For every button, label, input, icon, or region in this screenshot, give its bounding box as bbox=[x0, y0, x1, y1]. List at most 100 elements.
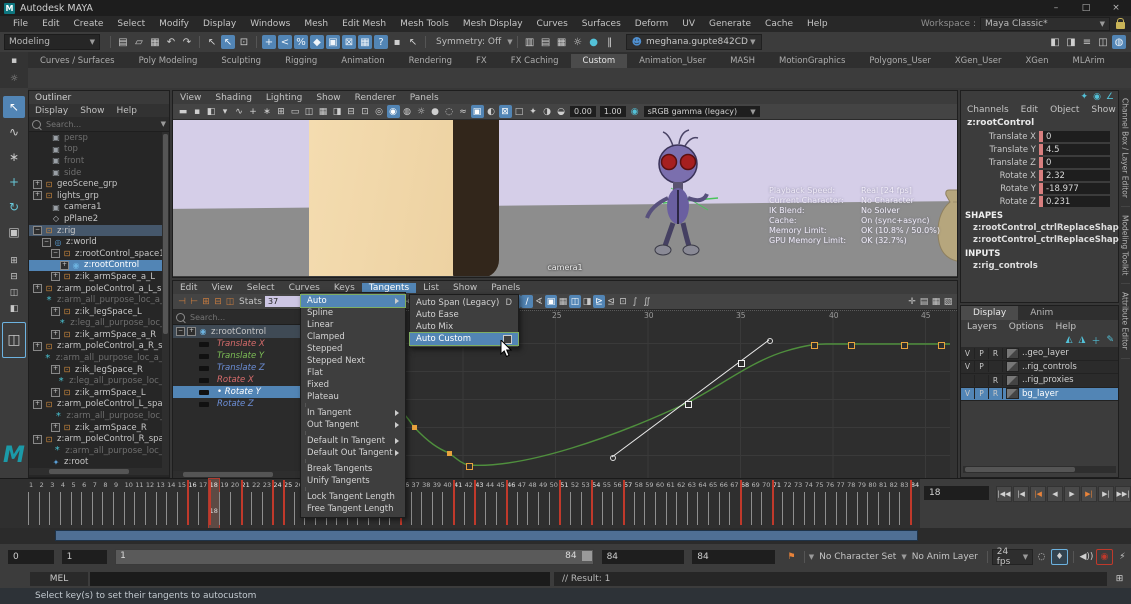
attribute-value-field[interactable]: 0.231 bbox=[1043, 196, 1110, 207]
close-button[interactable]: × bbox=[1101, 0, 1131, 16]
time-snap-icon[interactable]: ◫ bbox=[569, 295, 581, 308]
lock-selection-icon[interactable]: ▪ bbox=[390, 35, 404, 49]
make-live-icon[interactable]: ▦ bbox=[358, 35, 372, 49]
stacked-view-icon[interactable]: ⊴ bbox=[605, 295, 617, 308]
input-node-label[interactable]: z:rig_controls bbox=[961, 260, 1118, 272]
go-to-start-button[interactable]: |◀◀ bbox=[996, 486, 1012, 502]
shelf-tab[interactable]: XGen_User bbox=[943, 54, 1014, 68]
outliner-item[interactable]: + ⊡ z:arm_poleControl_L_space1 bbox=[29, 399, 169, 411]
render-current-icon[interactable]: ▤ bbox=[539, 35, 553, 49]
graph-plot-scrollbar[interactable] bbox=[950, 311, 957, 478]
attribute-row[interactable]: Translate X 0 bbox=[961, 130, 1118, 143]
attribute-value-field[interactable]: 2.32 bbox=[1043, 170, 1110, 181]
expand-toggle[interactable] bbox=[42, 134, 49, 141]
menu-item[interactable]: Fixed bbox=[301, 379, 405, 391]
range-slider-fill[interactable] bbox=[55, 530, 918, 541]
outliner-item[interactable]: + ⊡ geoScene_grp bbox=[29, 178, 169, 190]
move-tool-icon[interactable]: + bbox=[262, 35, 276, 49]
attribute-row[interactable]: Rotate Z 0.231 bbox=[961, 195, 1118, 208]
timeline-frame[interactable]: 62 bbox=[676, 479, 687, 528]
timeline-frame[interactable]: 11 bbox=[134, 479, 145, 528]
outliner-item[interactable]: − ⊡ z:rig bbox=[29, 225, 169, 237]
layout-persp-outliner-icon[interactable]: ◧ bbox=[3, 302, 25, 316]
free-tangent-icon[interactable]: ∢ bbox=[533, 295, 545, 308]
expand-toggle[interactable]: + bbox=[51, 365, 60, 374]
layer-color-swatch[interactable] bbox=[1006, 375, 1019, 386]
menu-item[interactable]: Plateau bbox=[301, 391, 405, 403]
snap-point-icon[interactable]: % bbox=[294, 35, 308, 49]
menu-item[interactable]: Mesh Tools bbox=[393, 19, 456, 29]
shelf-tab[interactable]: XGen bbox=[1013, 54, 1060, 68]
bookmark-flag-icon[interactable]: ⚑ bbox=[784, 550, 799, 564]
timeline-frame[interactable]: 76 bbox=[825, 479, 836, 528]
shelf-tab[interactable]: MASH bbox=[718, 54, 767, 68]
timeline-frame[interactable]: 56 bbox=[612, 479, 623, 528]
keyframe-marker[interactable] bbox=[938, 342, 945, 349]
camera-attributes-icon[interactable]: ◧ bbox=[205, 105, 218, 118]
absolute-view-icon[interactable]: ⊵ bbox=[593, 295, 605, 308]
pre-infinity-icon[interactable]: ∫ bbox=[629, 295, 641, 308]
new-layer-selected-icon[interactable]: ✎ bbox=[1106, 335, 1114, 345]
shelf-tab[interactable]: Animation bbox=[329, 54, 396, 68]
timeline-frame[interactable]: 77 bbox=[836, 479, 847, 528]
attribute-row[interactable]: Translate Z 0 bbox=[961, 156, 1118, 169]
timeline-frame[interactable]: 73 bbox=[793, 479, 804, 528]
expand-toggle[interactable]: − bbox=[42, 238, 51, 247]
timeline-frame[interactable]: 55 bbox=[602, 479, 613, 528]
expand-toggle[interactable]: − bbox=[33, 226, 42, 235]
timeline-frame[interactable]: 7 bbox=[92, 479, 103, 528]
menu-item[interactable]: Select bbox=[240, 283, 282, 293]
mute-audio-icon[interactable]: ◀)) bbox=[1079, 550, 1094, 564]
shelf-tab[interactable]: Curves / Surfaces bbox=[28, 54, 127, 68]
menu-item[interactable]: Edit bbox=[173, 283, 204, 293]
outliner-hscrollbar[interactable] bbox=[29, 468, 169, 475]
stats-time-field[interactable]: 37 bbox=[265, 296, 301, 307]
timeline-frame[interactable]: 61 bbox=[666, 479, 677, 528]
outliner-item[interactable]: + ⊡ lights_grp bbox=[29, 190, 169, 202]
timeline-frame[interactable]: 60 bbox=[655, 479, 666, 528]
exposure-field[interactable]: 0.00 bbox=[570, 106, 596, 117]
timeline-frame[interactable]: 16 bbox=[187, 479, 198, 528]
menu-item[interactable]: Deform bbox=[628, 19, 675, 29]
menu-item[interactable]: Default In Tangent bbox=[301, 435, 405, 447]
normalized-view-icon[interactable]: ⊡ bbox=[617, 295, 629, 308]
layout-split-icon[interactable]: ◫ bbox=[3, 286, 25, 300]
new-layer-icon[interactable]: ＋ bbox=[1091, 334, 1100, 347]
shaded-icon[interactable]: ◉ bbox=[387, 105, 400, 118]
grease-pencil-icon[interactable]: ∗ bbox=[261, 105, 274, 118]
layer-row[interactable]: R ..rig_proxies bbox=[961, 374, 1118, 388]
isolate-select-icon[interactable]: ⊠ bbox=[499, 105, 512, 118]
select-camera-icon[interactable]: ▬ bbox=[177, 105, 190, 118]
timeline-frame[interactable]: 72 bbox=[782, 479, 793, 528]
timeline-frame[interactable]: 5 bbox=[71, 479, 82, 528]
chevron-down-icon[interactable]: ▼ bbox=[161, 120, 166, 128]
timeline-frame[interactable]: 79 bbox=[857, 479, 868, 528]
timeline-frame[interactable]: 6 bbox=[81, 479, 92, 528]
pin-channel-icon[interactable]: ✛ bbox=[906, 295, 918, 308]
multisample-icon[interactable]: ▣ bbox=[471, 105, 484, 118]
timeline-frame[interactable]: 39 bbox=[432, 479, 443, 528]
auto-load-icon[interactable]: ▦ bbox=[557, 295, 569, 308]
menu-item[interactable]: Linear bbox=[301, 319, 405, 331]
outliner-item[interactable]: + ⊡ z:ik_armSpace_L bbox=[29, 387, 169, 399]
outliner-item[interactable]: − ◎ z:world bbox=[29, 236, 169, 248]
expand-toggle[interactable] bbox=[48, 320, 55, 327]
menu-item[interactable]: Auto bbox=[301, 295, 405, 307]
attribute-value-field[interactable]: 0 bbox=[1043, 131, 1110, 142]
timeline-frame[interactable]: 63 bbox=[687, 479, 698, 528]
timeline-frame[interactable]: 47 bbox=[517, 479, 528, 528]
auto-key-icon[interactable]: ♦ bbox=[1051, 549, 1068, 565]
curve-visibility-icon[interactable] bbox=[199, 402, 209, 407]
shelf-gear-icon[interactable]: ☼ bbox=[10, 74, 18, 84]
menu-item[interactable]: Auto Span (Legacy) D bbox=[410, 297, 518, 309]
safe-title-icon[interactable]: ⊡ bbox=[359, 105, 372, 118]
menu-item[interactable]: Auto Ease bbox=[410, 309, 518, 321]
tangent-handle-line[interactable] bbox=[612, 340, 769, 457]
color-management-icon[interactable]: ◉ bbox=[628, 105, 641, 118]
menu-item[interactable]: UV bbox=[675, 19, 702, 29]
timeline-frame[interactable]: 52 bbox=[570, 479, 581, 528]
depth-of-field-icon[interactable]: ◐ bbox=[485, 105, 498, 118]
layer-playback-toggle[interactable] bbox=[975, 375, 989, 386]
timeline-frame[interactable]: 81 bbox=[878, 479, 889, 528]
layout-outliner-graph-icon[interactable]: ◫ bbox=[2, 322, 26, 358]
